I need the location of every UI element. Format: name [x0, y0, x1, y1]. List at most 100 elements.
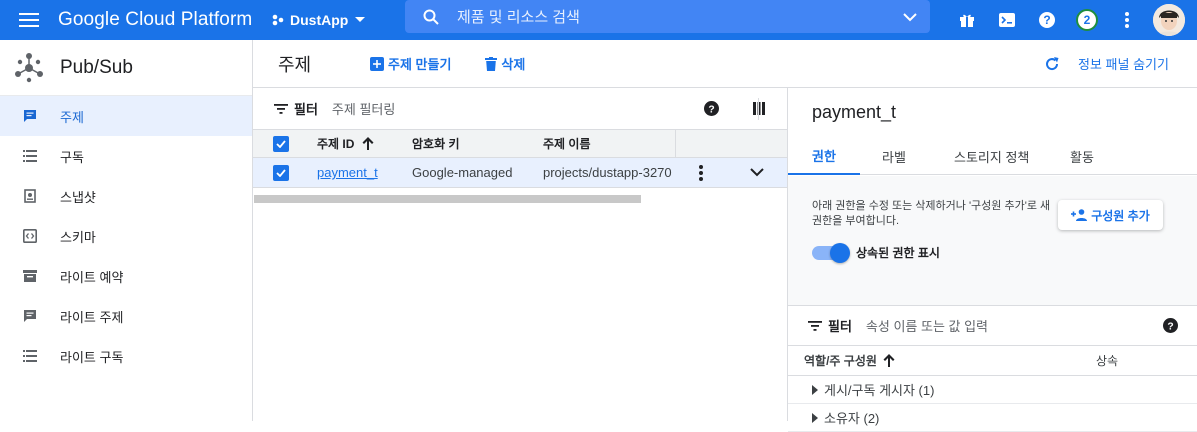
- person-add-icon: [1071, 209, 1091, 221]
- search-bar[interactable]: 제품 및 리소스 검색: [405, 0, 930, 33]
- role-filter-bar: 필터 속성 이름 또는 값 입력 ?: [788, 306, 1197, 346]
- sidebar-item-lite-reservations[interactable]: 라이트 예약: [0, 256, 252, 296]
- permissions-description: 아래 권한을 수정 또는 삭제하거나 '구성원 추가'로 새 권한을 부여합니다…: [812, 200, 1051, 227]
- topic-id-link[interactable]: payment_t: [317, 165, 378, 180]
- topic-filter-input[interactable]: 주제 필터링: [332, 99, 704, 118]
- help-icon[interactable]: ?: [1027, 0, 1067, 40]
- filter-icon: [274, 103, 288, 114]
- delete-button[interactable]: 삭제: [485, 54, 525, 73]
- column-inherited[interactable]: 상속: [1096, 346, 1118, 375]
- search-expand-chevron-icon[interactable]: [890, 12, 930, 22]
- tab-activity[interactable]: 활동: [1070, 138, 1094, 175]
- message-icon: [0, 309, 60, 323]
- sort-arrow-up-icon: [362, 137, 374, 150]
- sidebar-item-subscriptions[interactable]: 구독: [0, 136, 252, 176]
- sidebar-item-label: 주제: [60, 109, 84, 125]
- info-panel: payment_t 권한 라벨 스토리지 정책 활동 아래 권한을 수정 또는 …: [787, 88, 1197, 432]
- sidebar-item-schemas[interactable]: 스키마: [0, 216, 252, 256]
- topic-encryption-value: Google-managed: [412, 165, 513, 180]
- column-divider: [675, 130, 676, 158]
- sidebar-item-snapshots[interactable]: 스냅샷: [0, 176, 252, 216]
- list-icon: [0, 150, 60, 162]
- svg-text:?: ?: [1167, 321, 1173, 332]
- action-bar: 주제 주제 만들기 삭제 정보 패널 숨기기: [253, 40, 1197, 88]
- sidebar-item-label: 라이트 주제: [60, 309, 124, 325]
- sidebar-item-label: 스키마: [60, 229, 96, 245]
- role-filter-input[interactable]: 속성 이름 또는 값 입력: [866, 316, 1163, 335]
- filter-icon: [808, 320, 822, 331]
- toggle-label: 상속된 권한 표시: [856, 246, 940, 260]
- project-icon: [272, 14, 284, 26]
- svg-text:?: ?: [708, 104, 714, 115]
- topic-filter-bar: 필터 주제 필터링 ?: [253, 88, 787, 130]
- project-picker[interactable]: DustApp: [266, 5, 392, 35]
- help-icon[interactable]: ?: [704, 101, 719, 116]
- sidebar-item-lite-subscriptions[interactable]: 라이트 구독: [0, 336, 252, 376]
- pubsub-icon: [12, 51, 46, 85]
- left-nav: Pub/Sub 주제 구독 스냅샷 스키마 라이트 예약 라이트 주제 라이트 …: [0, 40, 253, 421]
- topic-name-value: projects/dustapp-3270: [543, 165, 672, 180]
- top-bar: Google Cloud Platform DustApp 제품 및 리소스 검…: [0, 0, 1197, 40]
- avatar[interactable]: [1153, 4, 1185, 36]
- divider: [758, 98, 759, 120]
- cloud-shell-icon[interactable]: [987, 0, 1027, 40]
- permissions-section: 아래 권한을 수정 또는 삭제하거나 '구성원 추가'로 새 권한을 부여합니다…: [788, 176, 1197, 306]
- role-row[interactable]: 소유자 (2): [788, 404, 1197, 432]
- filter-label: 필터: [828, 319, 852, 334]
- caret-right-icon: [812, 384, 824, 395]
- tab-permissions[interactable]: 권한: [788, 138, 860, 175]
- sidebar-item-label: 구독: [60, 149, 84, 165]
- add-member-button[interactable]: 구성원 추가: [1058, 200, 1163, 230]
- row-expand-chevron-icon[interactable]: [750, 158, 764, 187]
- column-topic-name[interactable]: 주제 이름: [543, 130, 591, 157]
- more-vert-icon[interactable]: [1107, 0, 1147, 40]
- svg-text:?: ?: [1043, 13, 1050, 27]
- sidebar-item-label: 라이트 예약: [60, 269, 124, 285]
- row-checkbox[interactable]: [273, 158, 289, 187]
- column-encryption-key[interactable]: 암호화 키: [412, 130, 460, 157]
- inherited-permissions-toggle-row: 상속된 권한 표시: [812, 242, 940, 263]
- project-name: DustApp: [290, 12, 349, 28]
- sidebar-item-lite-topics[interactable]: 라이트 주제: [0, 296, 252, 336]
- column-display-icon[interactable]: [753, 102, 765, 115]
- brand-logo[interactable]: Google Cloud Platform: [58, 9, 266, 31]
- tab-labels[interactable]: 라벨: [882, 138, 906, 175]
- inherited-permissions-toggle[interactable]: [812, 242, 850, 263]
- hide-info-panel-button[interactable]: 정보 패널 숨기기: [1044, 54, 1169, 73]
- page-title: 주제: [278, 54, 312, 75]
- row-more-vert-icon[interactable]: [699, 158, 703, 187]
- hamburger-menu-icon[interactable]: [0, 0, 58, 40]
- reservation-icon: [0, 269, 60, 283]
- roles-table-header: 역할/주 구성원 상속: [788, 346, 1197, 376]
- product-title: Pub/Sub: [60, 56, 133, 78]
- role-row[interactable]: 게시/구독 게시자 (1): [788, 376, 1197, 404]
- info-panel-tabs: 권한 라벨 스토리지 정책 활동: [788, 138, 1197, 175]
- trash-icon: [485, 56, 501, 71]
- sort-arrow-up-icon: [883, 354, 895, 367]
- sidebar-item-label: 스냅샷: [60, 189, 96, 205]
- notifications-badge[interactable]: 2: [1067, 0, 1107, 40]
- gift-icon[interactable]: [947, 0, 987, 40]
- caret-right-icon: [812, 412, 824, 423]
- create-topic-button[interactable]: 주제 만들기: [370, 54, 451, 73]
- product-header: Pub/Sub: [0, 40, 252, 96]
- topics-table-header: 주제 ID 암호화 키 주제 이름: [253, 130, 787, 158]
- list-icon: [0, 350, 60, 362]
- message-icon: [0, 109, 60, 123]
- search-input[interactable]: 제품 및 리소스 검색: [457, 6, 890, 27]
- info-panel-title: payment_t: [812, 102, 897, 122]
- search-icon: [405, 9, 457, 25]
- horizontal-scrollbar[interactable]: [254, 195, 641, 203]
- chevron-down-icon: [354, 16, 366, 24]
- sidebar-item-label: 라이트 구독: [60, 349, 124, 365]
- select-all-checkbox[interactable]: [273, 130, 289, 157]
- refresh-icon: [1044, 56, 1064, 72]
- column-topic-id[interactable]: 주제 ID: [317, 130, 374, 157]
- table-row[interactable]: payment_t Google-managed projects/dustap…: [253, 158, 787, 188]
- column-role-member[interactable]: 역할/주 구성원: [804, 346, 895, 375]
- help-icon[interactable]: ?: [1163, 318, 1178, 333]
- sidebar-item-topics[interactable]: 주제: [0, 96, 252, 136]
- filter-label: 필터: [294, 102, 318, 117]
- tab-storage-policy[interactable]: 스토리지 정책: [954, 138, 1029, 175]
- snapshot-icon: [0, 189, 60, 203]
